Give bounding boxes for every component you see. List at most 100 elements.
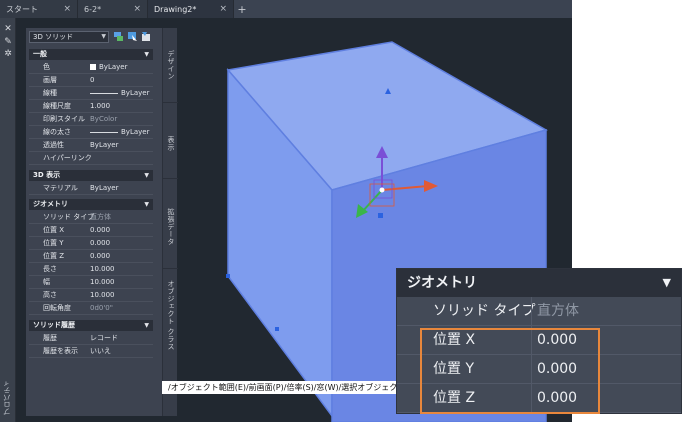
property-label: ソリッド タイプ — [43, 213, 95, 221]
toggle-pickadd-icon[interactable] — [113, 31, 124, 42]
property-row[interactable]: 位置 Z 0.000 — [29, 250, 153, 263]
property-value: 直方体 — [90, 213, 111, 221]
quick-select-icon[interactable] — [141, 31, 152, 42]
property-value: ByColor — [90, 115, 118, 123]
property-label: 幅 — [43, 278, 50, 286]
property-row[interactable]: 履歴を表示 いいえ — [29, 345, 153, 358]
property-value: ByLayer — [90, 126, 149, 139]
property-row[interactable]: 長さ 10.000 — [29, 263, 153, 276]
collapse-icon[interactable]: ▼ — [144, 199, 149, 210]
property-row[interactable]: 色 ByLayer — [29, 61, 153, 74]
section-solid-history-header[interactable]: ソリッド履歴 ▼ — [29, 320, 153, 331]
palette-title: プロパティ — [3, 380, 11, 415]
property-value: 10.000 — [90, 278, 115, 286]
property-label: 色 — [43, 63, 50, 71]
tab-drawing2[interactable]: Drawing2* × — [148, 0, 234, 18]
property-label: 位置 Y — [43, 239, 64, 247]
property-label: 履歴 — [43, 334, 57, 342]
property-value: 0 — [90, 76, 95, 84]
property-value: 直方体 — [537, 303, 579, 319]
tab-start[interactable]: スタート × — [0, 0, 78, 18]
section-geometry-header[interactable]: ジオメトリ ▼ — [29, 199, 153, 210]
property-row[interactable]: ソリッド タイプ 直方体 — [29, 211, 153, 224]
property-label: 透過性 — [43, 141, 64, 149]
property-row[interactable]: 位置 X 0.000 — [29, 224, 153, 237]
side-tab-object-class[interactable]: オブジェクト クラス — [166, 280, 176, 350]
gear-icon[interactable]: ✲ — [3, 49, 13, 59]
section-title: ソリッド履歴 — [33, 321, 75, 329]
tab-label: Drawing2* — [154, 4, 197, 14]
chevron-down-icon: ▼ — [101, 33, 106, 40]
property-value: 10.000 — [90, 291, 115, 299]
property-value: 0d0'0" — [90, 304, 113, 312]
property-value: いいえ — [90, 347, 111, 355]
section-title: 一般 — [33, 50, 47, 58]
section-title: 3D 表示 — [33, 171, 61, 179]
object-type-selector[interactable]: 3D ソリッド ▼ — [29, 31, 109, 43]
property-label: 印刷スタイル — [43, 115, 85, 123]
divider — [531, 297, 532, 326]
property-value: レコード — [90, 334, 118, 342]
selector-value: 3D ソリッド — [33, 33, 74, 41]
property-row[interactable]: 位置 Y 0.000 — [29, 237, 153, 250]
side-tab-display[interactable]: 表示 — [166, 136, 176, 151]
property-label: 回転角度 — [43, 304, 71, 312]
zoom-property-row[interactable]: ソリッド タイプ 直方体 — [397, 297, 681, 326]
palette-title-strip: ✕ ✎ ✲ プロパティ — [0, 18, 16, 422]
property-value: ByLayer — [90, 61, 127, 74]
zoom-section-header[interactable]: ジオメトリ ▼ — [397, 269, 681, 297]
property-value: 1.000 — [90, 102, 111, 110]
close-icon[interactable]: × — [219, 4, 227, 14]
tab-label: スタート — [6, 4, 38, 14]
property-label: 長さ — [43, 265, 57, 273]
property-row[interactable]: ハイパーリンク — [29, 152, 153, 165]
close-icon[interactable]: ✕ — [3, 24, 13, 34]
property-row[interactable]: 透過性 ByLayer — [29, 139, 153, 152]
property-value: ByLayer — [90, 87, 149, 100]
property-value: 0.000 — [90, 252, 111, 260]
property-row[interactable]: 画層 0 — [29, 74, 153, 87]
property-label: 線の太さ — [43, 128, 71, 136]
property-row[interactable]: 回転角度 0d0'0" — [29, 302, 153, 315]
property-label: 高さ — [43, 291, 57, 299]
color-swatch — [90, 64, 96, 70]
divider — [163, 178, 178, 179]
collapse-icon[interactable]: ▼ — [144, 170, 149, 181]
property-row[interactable]: 線種 ByLayer — [29, 87, 153, 100]
pin-icon[interactable]: ✎ — [3, 37, 13, 47]
highlight-box — [420, 328, 600, 414]
property-row[interactable]: マテリアル ByLayer — [29, 182, 153, 195]
section-title: ジオメトリ — [407, 275, 477, 291]
property-row[interactable]: 線の太さ ByLayer — [29, 126, 153, 139]
linetype-preview — [90, 92, 118, 94]
new-tab-button[interactable]: + — [234, 0, 250, 18]
side-tab-design[interactable]: デザイン — [166, 50, 176, 80]
section-title: ジオメトリ — [33, 200, 68, 208]
section-3d-display-header[interactable]: 3D 表示 ▼ — [29, 170, 153, 181]
tab-6-2[interactable]: 6-2* × — [78, 0, 148, 18]
collapse-icon[interactable]: ▼ — [663, 269, 671, 297]
tab-label: 6-2* — [84, 4, 102, 14]
property-label: ソリッド タイプ — [433, 303, 536, 319]
grip-edge — [275, 327, 279, 331]
property-label: 位置 X — [43, 226, 65, 234]
section-general-header[interactable]: 一般 ▼ — [29, 49, 153, 60]
property-row[interactable]: 高さ 10.000 — [29, 289, 153, 302]
property-row[interactable]: 線種尺度 1.000 — [29, 100, 153, 113]
document-tab-bar: スタート × 6-2* × Drawing2* × + — [0, 0, 572, 18]
divider — [163, 268, 178, 269]
property-row[interactable]: 幅 10.000 — [29, 276, 153, 289]
property-row[interactable]: 履歴 レコード — [29, 332, 153, 345]
collapse-icon[interactable]: ▼ — [144, 320, 149, 331]
property-value: ByLayer — [90, 184, 119, 192]
property-row[interactable]: 印刷スタイル ByColor — [29, 113, 153, 126]
palette-side-tabs: デザイン 表示 拡張データ オブジェクト クラス — [162, 28, 178, 416]
property-label: マテリアル — [43, 184, 78, 192]
lineweight-preview — [90, 131, 118, 133]
close-icon[interactable]: × — [133, 4, 141, 14]
collapse-icon[interactable]: ▼ — [144, 49, 149, 60]
close-icon[interactable]: × — [63, 4, 71, 14]
side-tab-extended-data[interactable]: 拡張データ — [166, 208, 176, 246]
select-objects-icon[interactable] — [127, 31, 138, 42]
property-label: 線種尺度 — [43, 102, 71, 110]
